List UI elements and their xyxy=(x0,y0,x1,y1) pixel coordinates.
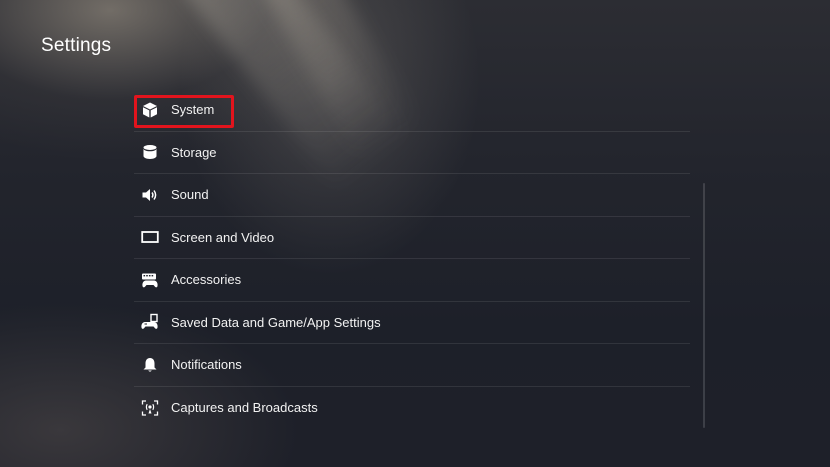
bell-icon xyxy=(141,356,159,374)
menu-item-label: Accessories xyxy=(171,272,242,288)
menu-item-storage[interactable]: Storage xyxy=(134,132,690,174)
menu-item-sound[interactable]: Sound xyxy=(134,174,690,217)
page-title: Settings xyxy=(41,35,112,56)
menu-item-label: System xyxy=(171,102,215,118)
menu-item-label: Sound xyxy=(171,187,209,203)
menu-item-screen-and-video[interactable]: Screen and Video xyxy=(134,217,690,259)
menu-item-system[interactable]: System xyxy=(134,89,690,132)
speaker-icon xyxy=(141,186,159,204)
menu-item-label: Screen and Video xyxy=(171,229,275,245)
cube-icon xyxy=(141,101,159,119)
menu-item-label: Notifications xyxy=(171,357,242,373)
menu-item-label: Storage xyxy=(171,144,217,160)
settings-screen: Settings System Storage Sound Screen and… xyxy=(0,0,830,467)
menu-item-captures-and-broadcasts[interactable]: Captures and Broadcasts xyxy=(134,387,690,430)
menu-item-saved-data[interactable]: Saved Data and Game/App Settings xyxy=(134,302,690,344)
saved-data-icon xyxy=(141,313,159,331)
menu-item-notifications[interactable]: Notifications xyxy=(134,344,690,387)
screen-icon xyxy=(141,228,159,246)
menu-item-label: Captures and Broadcasts xyxy=(171,400,318,416)
broadcast-icon xyxy=(141,399,159,417)
accessories-icon xyxy=(141,271,159,289)
menu-item-accessories[interactable]: Accessories xyxy=(134,259,690,302)
settings-menu: System Storage Sound Screen and Video Ac… xyxy=(134,89,690,429)
menu-item-label: Saved Data and Game/App Settings xyxy=(171,314,381,330)
storage-icon xyxy=(141,143,159,161)
scrollbar[interactable] xyxy=(703,183,705,428)
